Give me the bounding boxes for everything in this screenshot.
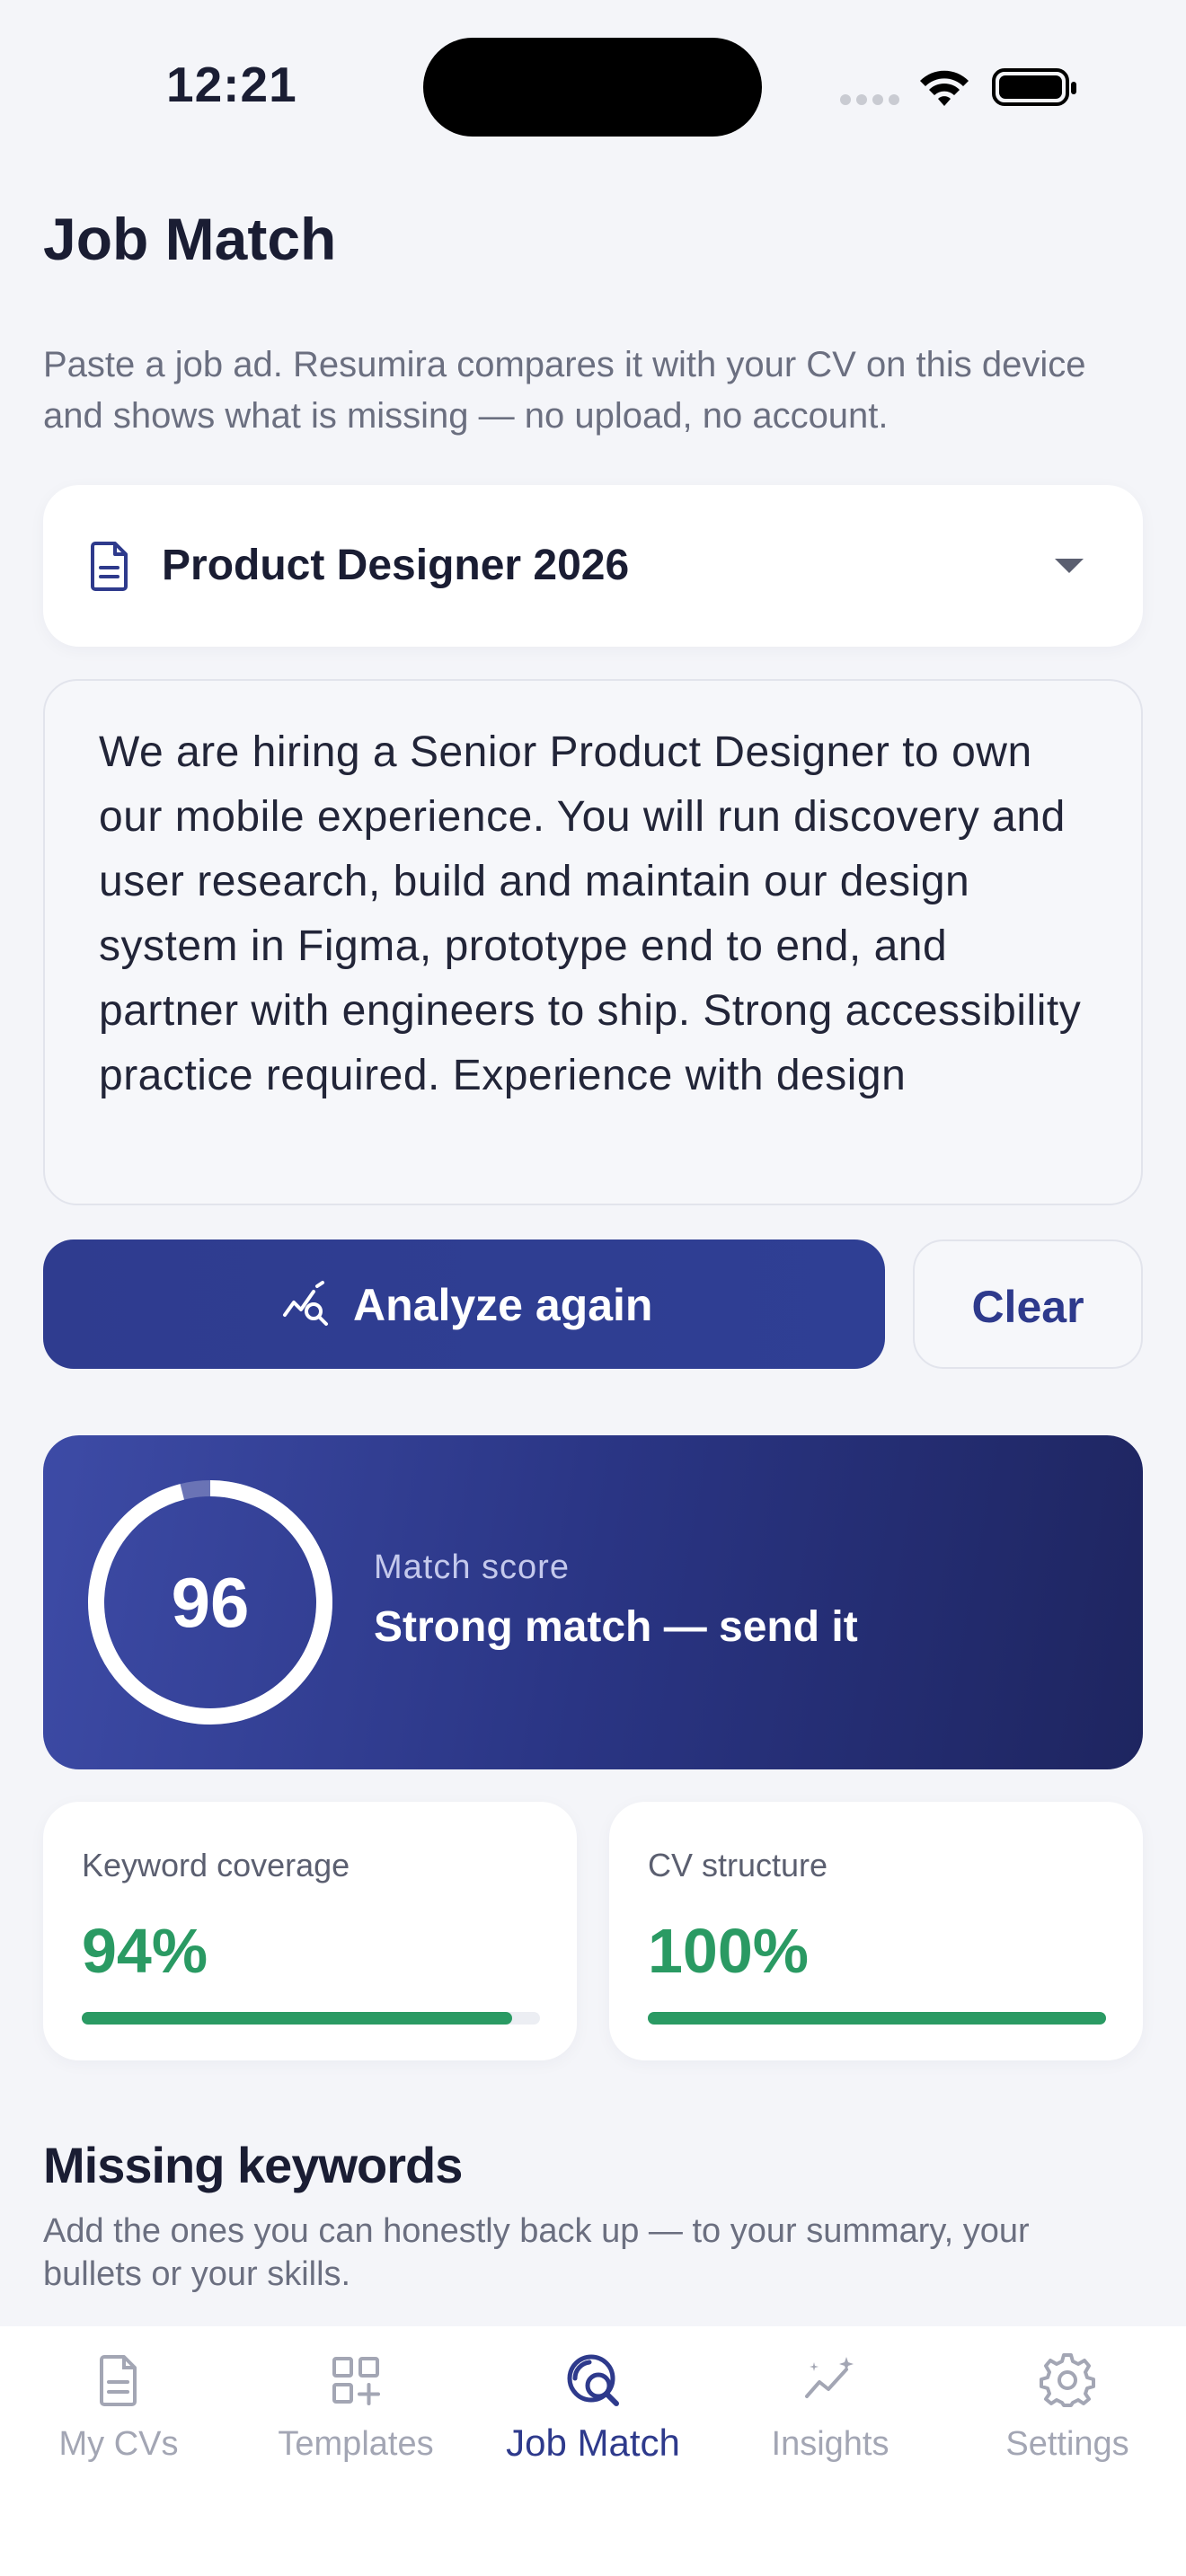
- battery-icon: [992, 68, 1076, 106]
- job-ad-input[interactable]: We are hiring a Senior Product Designer …: [43, 679, 1143, 1205]
- analyze-icon: [283, 1281, 328, 1326]
- dynamic-island: [423, 38, 762, 137]
- chevron-down-icon: [1055, 559, 1084, 573]
- analyze-again-label: Analyze again: [353, 1280, 653, 1330]
- page-subtitle: Paste a job ad. Resumira compares it wit…: [43, 345, 1086, 436]
- tab-label: Job Match: [506, 2422, 680, 2464]
- sparkle-chart-icon: [805, 2357, 854, 2398]
- cellular-signal-icon: [840, 93, 905, 110]
- keyword-coverage-value: 94%: [82, 1916, 208, 1986]
- missing-keywords-title: Missing keywords: [43, 2137, 463, 2193]
- document-icon: [100, 2355, 137, 2406]
- missing-keywords-subtitle: Add the ones you can honestly back up — …: [43, 2212, 1030, 2293]
- tab-settings[interactable]: Settings: [949, 2335, 1186, 2464]
- cv-structure-bar-fill: [648, 2012, 1106, 2025]
- tab-label: Templates: [278, 2425, 434, 2463]
- status-time: 12:21: [166, 57, 297, 112]
- cv-structure-value: 100%: [648, 1916, 810, 1986]
- analyze-again-button[interactable]: Analyze again: [43, 1239, 885, 1369]
- tab-insights[interactable]: Insights: [712, 2335, 949, 2464]
- score-label: Match score: [374, 1548, 570, 1586]
- keyword-coverage-card: Keyword coverage 94%: [43, 1802, 577, 2060]
- score-value: 96: [171, 1563, 250, 1642]
- keyword-coverage-label: Keyword coverage: [82, 1847, 350, 1883]
- gear-icon: [1040, 2353, 1095, 2407]
- search-match-icon: [567, 2354, 619, 2406]
- clear-button[interactable]: Clear: [913, 1239, 1143, 1369]
- page-title: Job Match: [43, 206, 337, 272]
- tab-templates[interactable]: Templates: [237, 2335, 474, 2464]
- tab-label: Insights: [771, 2425, 890, 2463]
- clear-label: Clear: [971, 1282, 1084, 1332]
- cv-structure-bar: [648, 2012, 1106, 2025]
- keyword-coverage-bar-fill: [82, 2012, 513, 2025]
- tab-my-cvs[interactable]: My CVs: [0, 2335, 237, 2464]
- tab-label: Settings: [1005, 2425, 1129, 2463]
- score-verdict: Strong match — send it: [374, 1603, 858, 1651]
- keyword-coverage-bar: [82, 2012, 540, 2025]
- status-bar: 12:21: [0, 0, 1186, 180]
- match-score-card: 96 Match score Strong match — send it: [43, 1435, 1143, 1769]
- document-icon: [91, 542, 128, 591]
- grid-plus-icon: [332, 2357, 380, 2405]
- cv-selector[interactable]: Product Designer 2026: [43, 485, 1143, 647]
- job-ad-text: We are hiring a Senior Product Designer …: [99, 728, 1082, 1099]
- tab-label: My CVs: [58, 2425, 179, 2463]
- cv-structure-card: CV structure 100%: [609, 1802, 1143, 2060]
- tab-job-match[interactable]: Job Match: [474, 2335, 712, 2465]
- wifi-icon: [920, 70, 969, 106]
- cv-structure-label: CV structure: [648, 1847, 828, 1883]
- cv-selector-value: Product Designer 2026: [162, 542, 630, 589]
